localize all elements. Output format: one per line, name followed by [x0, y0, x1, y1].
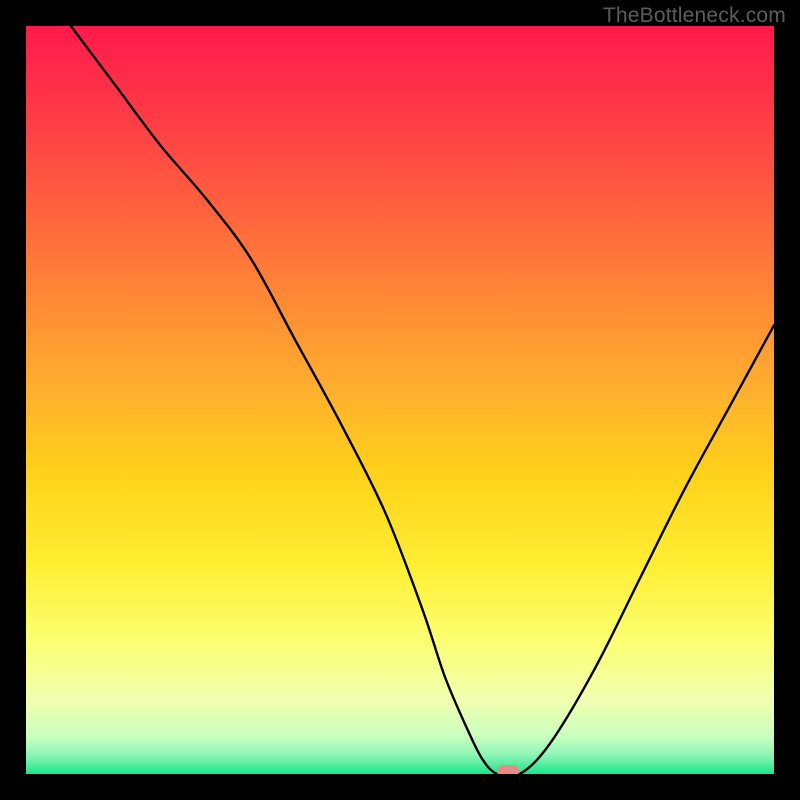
watermark-text: TheBottleneck.com [603, 4, 786, 28]
plot-area [26, 26, 774, 774]
bottleneck-curve [26, 26, 774, 774]
chart-frame: TheBottleneck.com [0, 0, 800, 800]
optimal-marker [497, 765, 519, 774]
